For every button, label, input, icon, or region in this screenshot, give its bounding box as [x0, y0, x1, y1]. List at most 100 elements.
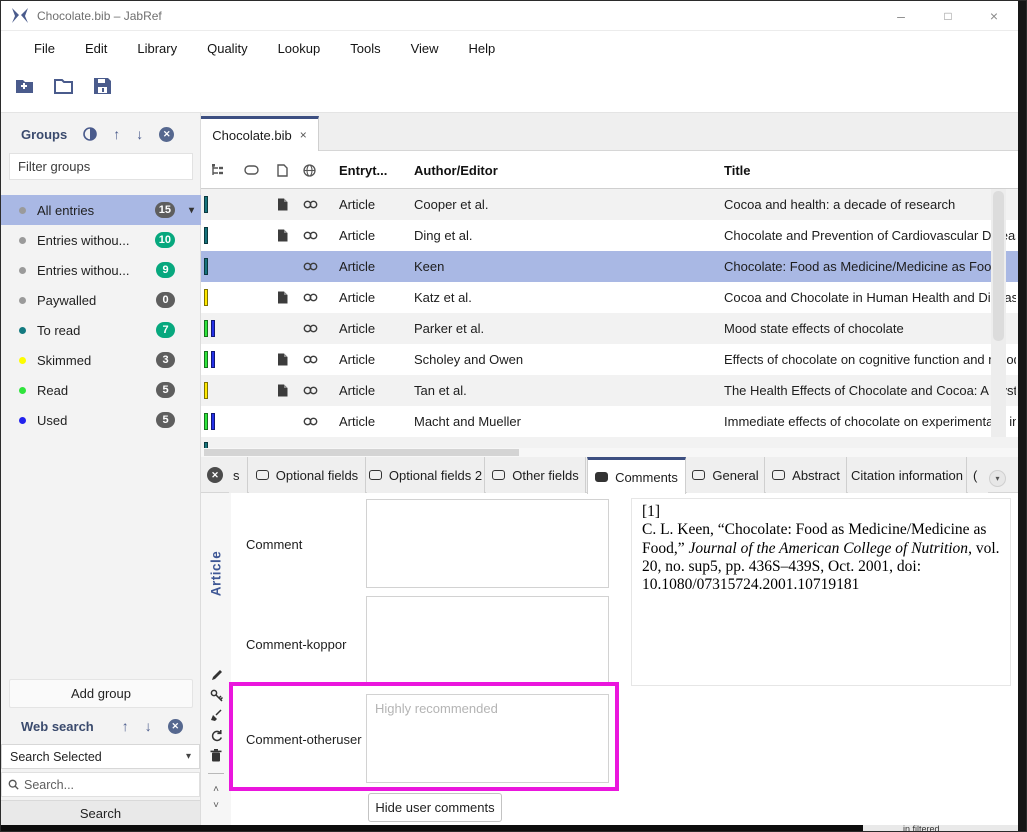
open-library-icon[interactable] [54, 77, 76, 95]
menu-view[interactable]: View [396, 35, 454, 62]
tab-close-icon[interactable]: × [300, 128, 307, 142]
groups-move-down-icon[interactable]: ↓ [136, 126, 143, 142]
web-search-move-down-icon[interactable]: ↓ [145, 718, 152, 734]
url-column-icon[interactable] [303, 151, 316, 189]
group-item-all-entries[interactable]: All entries 15 ▾ [1, 195, 201, 225]
table-row[interactable]: Article Tan et al. The Health Effects of… [201, 375, 1018, 406]
pdf-file-icon[interactable] [277, 282, 288, 313]
tab-other-fields[interactable]: Other fields [486, 457, 586, 493]
tab-clipped-last[interactable]: ( [968, 457, 988, 493]
groups-close-icon[interactable]: ✕ [159, 126, 175, 142]
filter-groups-input[interactable] [9, 153, 193, 180]
menu-tools[interactable]: Tools [335, 35, 395, 62]
group-item-used[interactable]: Used 5 [1, 405, 201, 435]
fetcher-select[interactable]: Search Selected ▾ [1, 744, 200, 769]
group-item-read[interactable]: Read 5 [1, 375, 201, 405]
table-row[interactable]: Article Cooper et al. Cocoa and health: … [201, 189, 1018, 220]
table-row[interactable]: Article Ding et al. Chocolate and Preven… [201, 220, 1018, 251]
link-icon[interactable] [303, 282, 318, 313]
tab-optional-fields-2[interactable]: Optional fields 2 [367, 457, 485, 493]
comment-koppor-field[interactable] [366, 596, 609, 685]
link-icon[interactable] [303, 344, 318, 375]
group-item-entries-without-2[interactable]: Entries withou... 9 [1, 255, 201, 285]
menu-lookup[interactable]: Lookup [263, 35, 336, 62]
group-count-badge: 5 [156, 412, 175, 428]
link-icon[interactable] [303, 375, 318, 406]
pdf-file-icon[interactable] [277, 220, 288, 251]
file-column-icon[interactable] [277, 151, 288, 189]
tab-optional-fields[interactable]: Optional fields [249, 457, 366, 493]
table-row[interactable]: Article Macht and Mueller Immediate effe… [201, 406, 1018, 437]
web-search-box[interactable] [1, 772, 200, 797]
group-item-skimmed[interactable]: Skimmed 3 [1, 345, 201, 375]
generate-key-icon[interactable] [210, 689, 223, 702]
pdf-file-icon[interactable] [277, 189, 288, 220]
web-search-button[interactable]: Search [1, 800, 200, 826]
chevron-down-icon[interactable]: ▾ [189, 205, 194, 216]
refresh-icon[interactable] [210, 729, 223, 742]
pdf-file-icon[interactable] [277, 375, 288, 406]
entry-editor-side-strip: Article ˄ ˅ [201, 493, 231, 825]
minimize-button[interactable]: – [886, 6, 916, 26]
groups-move-up-icon[interactable]: ↑ [113, 126, 120, 142]
pdf-file-icon[interactable] [277, 344, 288, 375]
table-horizontal-scrollbar[interactable] [201, 448, 1018, 457]
next-entry-chevron-down-icon[interactable]: ˅ [213, 801, 219, 811]
table-row[interactable]: Article Parker et al. Mood state effects… [201, 313, 1018, 344]
pencil-icon[interactable] [210, 669, 223, 682]
journal-name: Journal of the American College of Nutri… [688, 539, 969, 557]
cleanup-broom-icon[interactable] [210, 709, 223, 722]
comment-otheruser-field[interactable] [366, 694, 609, 783]
maximize-button[interactable]: □ [933, 6, 963, 26]
column-header-entrytype[interactable]: Entryt... [339, 151, 387, 189]
table-row[interactable]: Article Scholey and Owen Effects of choc… [201, 344, 1018, 375]
comment-field[interactable] [366, 499, 609, 588]
tab-chocolate-bib[interactable]: Chocolate.bib × [201, 116, 319, 151]
menu-edit[interactable]: Edit [70, 35, 122, 62]
tab-required-fields-clipped[interactable]: s [229, 457, 248, 493]
column-header-title[interactable]: Title [724, 151, 751, 189]
menu-help[interactable]: Help [454, 35, 511, 62]
menu-library[interactable]: Library [122, 35, 192, 62]
link-icon[interactable] [303, 406, 318, 437]
trash-icon[interactable] [210, 749, 222, 762]
entry-author: Scholey and Owen [414, 352, 524, 367]
new-library-icon[interactable] [15, 77, 37, 95]
tab-citation-information[interactable]: Citation information [848, 457, 967, 493]
web-search-move-up-icon[interactable]: ↑ [122, 718, 129, 734]
jabref-logo-icon [11, 7, 29, 24]
save-library-icon[interactable] [93, 77, 112, 95]
intersection-toggle-icon[interactable] [83, 127, 98, 141]
group-color-dot [19, 206, 26, 214]
hide-user-comments-button[interactable]: Hide user comments [368, 793, 502, 822]
tab-abstract[interactable]: Abstract [766, 457, 847, 493]
group-item-to-read[interactable]: To read 7 [1, 315, 201, 345]
web-search-close-icon[interactable]: ✕ [167, 718, 183, 734]
tag-column-icon[interactable] [244, 151, 259, 189]
field-label-comment: Comment [246, 537, 303, 552]
link-icon[interactable] [303, 251, 318, 282]
table-row-clipped[interactable] [201, 437, 1018, 448]
group-item-paywalled[interactable]: Paywalled 0 [1, 285, 201, 315]
previous-entry-chevron-up-icon[interactable]: ˄ [213, 785, 219, 795]
close-button[interactable]: × [979, 6, 1009, 26]
menu-file[interactable]: File [19, 35, 70, 62]
link-icon[interactable] [303, 189, 318, 220]
tab-comments[interactable]: Comments [587, 457, 686, 494]
link-icon[interactable] [303, 313, 318, 344]
tab-overflow-dropdown-icon[interactable]: ▾ [989, 470, 1006, 487]
table-row-selected[interactable]: Article Keen Chocolate: Food as Medicine… [201, 251, 1018, 282]
table-row[interactable]: Article Katz et al. Cocoa and Chocolate … [201, 282, 1018, 313]
link-icon[interactable] [303, 220, 318, 251]
menu-quality[interactable]: Quality [192, 35, 262, 62]
group-item-entries-without-1[interactable]: Entries withou... 10 [1, 225, 201, 255]
main-toolbar: + ↙ + » [1, 65, 1018, 171]
entry-author: Parker et al. [414, 321, 485, 336]
grouping-column-icon[interactable] [211, 151, 224, 189]
close-entry-editor-icon[interactable]: ✕ [207, 467, 223, 483]
tab-general[interactable]: General [687, 457, 765, 493]
column-header-author[interactable]: Author/Editor [414, 151, 498, 189]
table-vertical-scrollbar[interactable] [991, 189, 1006, 448]
add-group-button[interactable]: Add group [9, 679, 193, 708]
web-search-input[interactable] [24, 777, 193, 792]
